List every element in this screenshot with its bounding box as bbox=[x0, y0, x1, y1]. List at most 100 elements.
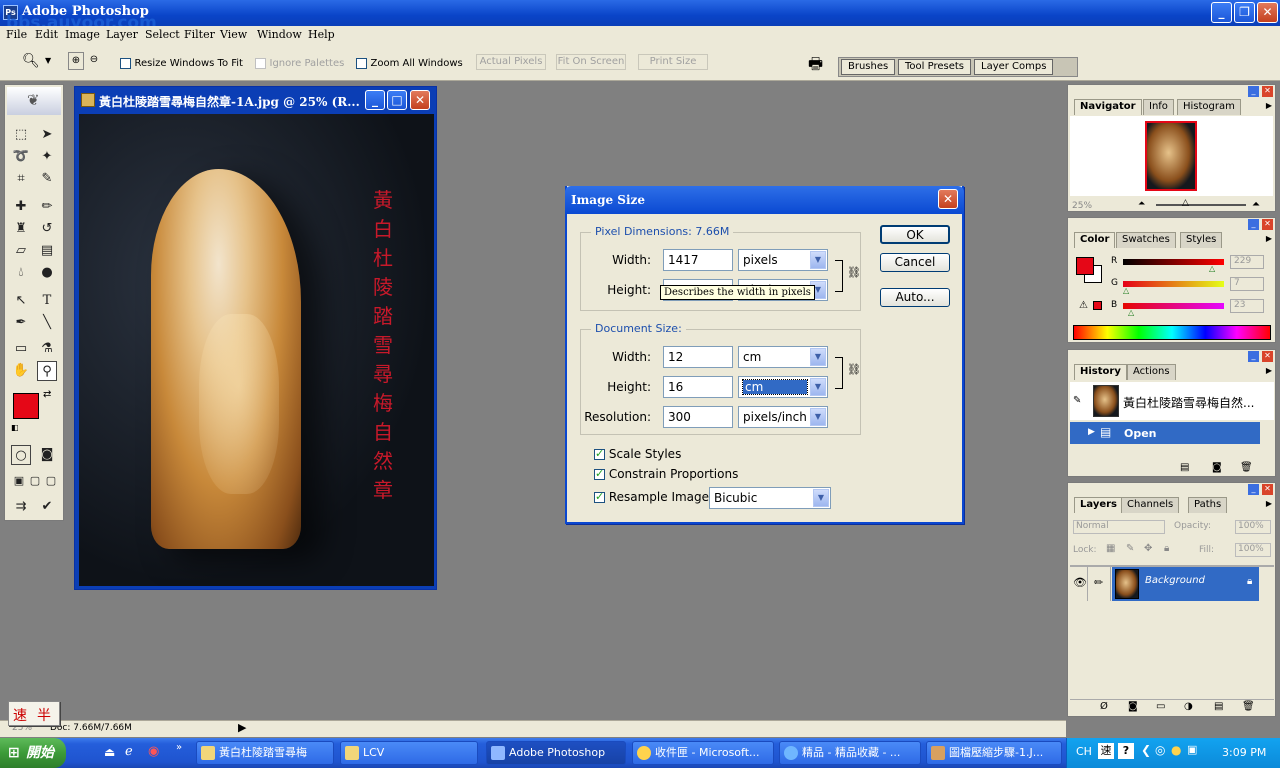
ime-mode-icon[interactable]: 速 bbox=[1098, 743, 1114, 759]
lock-all-icon[interactable]: 🔒︎ bbox=[1164, 543, 1169, 554]
tray-messenger-icon[interactable]: ● bbox=[1171, 743, 1181, 757]
gamut-color-swatch[interactable] bbox=[1093, 301, 1102, 310]
standard-mode-icon[interactable]: ○ bbox=[11, 445, 31, 465]
g-slider[interactable] bbox=[1123, 281, 1224, 287]
gradient-tool-icon[interactable]: ▤ bbox=[37, 241, 57, 261]
hand-tool-icon[interactable]: ✋ bbox=[11, 361, 31, 381]
panel-close-icon[interactable]: ✕ bbox=[1262, 484, 1273, 495]
document-canvas[interactable]: 黃白杜陵踏雪尋梅自然章 bbox=[79, 114, 434, 586]
move-tool-icon[interactable]: ➤ bbox=[37, 125, 57, 145]
resample-image-checkbox[interactable]: Resample Image: bbox=[594, 490, 713, 504]
auto-button[interactable]: Auto... bbox=[880, 288, 950, 307]
dialog-close-button[interactable]: ✕ bbox=[938, 189, 958, 209]
language-indicator[interactable]: CH bbox=[1076, 745, 1092, 758]
opacity-input[interactable]: 100% bbox=[1235, 520, 1271, 534]
eraser-tool-icon[interactable]: ▱ bbox=[11, 241, 31, 261]
ime-speed-toggle[interactable]: 速 bbox=[13, 705, 27, 725]
taskbar-item-folder[interactable]: 黃白杜陵踏雪尋梅 bbox=[196, 741, 334, 765]
layer-name[interactable]: Background bbox=[1145, 575, 1205, 586]
tab-color[interactable]: Color bbox=[1074, 232, 1116, 248]
clone-stamp-icon[interactable]: ♜ bbox=[11, 219, 31, 239]
b-slider[interactable] bbox=[1123, 303, 1224, 309]
tab-brushes[interactable]: Brushes bbox=[841, 59, 896, 75]
trash-icon[interactable]: 🗑︎ bbox=[1240, 462, 1253, 473]
brush-tool-icon[interactable]: ✏ bbox=[37, 197, 57, 217]
default-colors-icon[interactable]: ◧ bbox=[11, 423, 19, 432]
delete-layer-icon[interactable]: 🗑︎ bbox=[1242, 701, 1255, 712]
menu-layer[interactable]: Layer bbox=[106, 28, 138, 41]
taskbar-item-photoshop[interactable]: Adobe Photoshop bbox=[486, 741, 626, 765]
color-fg-swatch[interactable] bbox=[1076, 257, 1094, 275]
menu-window[interactable]: Window bbox=[257, 28, 302, 41]
zoom-slider[interactable] bbox=[1156, 204, 1246, 206]
file-browser-icon[interactable]: 🖶 bbox=[808, 53, 823, 80]
tab-actions[interactable]: Actions bbox=[1127, 364, 1176, 380]
crop-tool-icon[interactable]: ⌗ bbox=[11, 169, 31, 189]
taskbar-item-outlook[interactable]: 收件匣 - Microsoft... bbox=[632, 741, 774, 765]
doc-height-unit-select[interactable]: cm ▼ bbox=[738, 376, 828, 398]
r-value[interactable]: 229 bbox=[1230, 255, 1264, 269]
panel-minimize-icon[interactable]: _ bbox=[1248, 484, 1259, 495]
zoom-all-windows-checkbox[interactable]: Zoom All Windows bbox=[356, 56, 463, 69]
panel-minimize-icon[interactable]: _ bbox=[1248, 219, 1259, 230]
panel-minimize-icon[interactable]: _ bbox=[1248, 351, 1259, 362]
path-select-icon[interactable]: ↖ bbox=[11, 291, 31, 311]
panel-close-icon[interactable]: ✕ bbox=[1262, 351, 1273, 362]
menu-image[interactable]: Image bbox=[65, 28, 100, 41]
tray-app-icon[interactable]: ◎ bbox=[1155, 743, 1165, 757]
taskbar-item-lcv[interactable]: LCV bbox=[340, 741, 478, 765]
zoom-out-icon[interactable]: ⊖ bbox=[86, 52, 102, 70]
layer-mask-icon[interactable]: ◙ bbox=[1128, 701, 1138, 712]
panel-close-icon[interactable]: ✕ bbox=[1262, 219, 1273, 230]
resolution-unit-select[interactable]: pixels/inch ▼ bbox=[738, 406, 828, 428]
chevron-down-icon[interactable]: ▼ bbox=[45, 56, 51, 65]
slice-tool-icon[interactable]: ✎ bbox=[37, 169, 57, 189]
show-desktop-icon[interactable]: ⏏ bbox=[104, 745, 115, 759]
lock-pixels-icon[interactable]: ✎ bbox=[1126, 543, 1134, 554]
panel-menu-icon[interactable]: ▶ bbox=[1266, 234, 1272, 243]
r-slider-thumb[interactable]: △ bbox=[1209, 264, 1215, 273]
restore-button[interactable]: ❐ bbox=[1234, 2, 1255, 23]
minimize-button[interactable]: _ bbox=[1211, 2, 1232, 23]
taskbar-item-browser[interactable]: 精品 - 精品收藏 - ... bbox=[779, 741, 921, 765]
media-quicklaunch-icon[interactable]: ◉ bbox=[148, 744, 159, 759]
status-menu-arrow-icon[interactable]: ▶ bbox=[238, 721, 246, 734]
zoom-tool-icon[interactable]: ⚲ bbox=[37, 361, 57, 381]
eye-icon[interactable]: 👁︎ bbox=[1073, 576, 1087, 589]
lasso-tool-icon[interactable]: ➰ bbox=[11, 147, 31, 167]
feather-logo-icon[interactable]: ❦ bbox=[7, 87, 61, 115]
tab-history[interactable]: History bbox=[1074, 364, 1127, 380]
panel-menu-icon[interactable]: ▶ bbox=[1266, 101, 1272, 110]
magic-wand-icon[interactable]: ✦ bbox=[37, 147, 57, 167]
tab-styles[interactable]: Styles bbox=[1180, 232, 1223, 248]
jump-to-imageready-icon[interactable]: ⇉ bbox=[11, 497, 31, 517]
zoom-in-small-icon[interactable]: ⏶ bbox=[1252, 199, 1260, 210]
layer-style-icon[interactable]: Ø bbox=[1100, 701, 1108, 712]
g-value[interactable]: 7 bbox=[1230, 277, 1264, 291]
print-size-button[interactable]: Print Size bbox=[638, 54, 708, 70]
tray-back-arrow-icon[interactable]: ❮ bbox=[1141, 743, 1151, 757]
menu-edit[interactable]: Edit bbox=[35, 28, 58, 41]
tab-navigator[interactable]: Navigator bbox=[1074, 99, 1142, 115]
dodge-tool-icon[interactable]: ● bbox=[37, 263, 57, 283]
close-button[interactable]: ✕ bbox=[1257, 2, 1278, 23]
panel-menu-icon[interactable]: ▶ bbox=[1266, 499, 1272, 508]
ime-halfwidth-toggle[interactable]: 半 bbox=[37, 705, 51, 725]
tab-swatches[interactable]: Swatches bbox=[1116, 232, 1176, 248]
resize-windows-checkbox[interactable]: Resize Windows To Fit bbox=[120, 56, 243, 69]
quicklaunch-more-icon[interactable]: » bbox=[176, 742, 182, 753]
blend-mode-select[interactable]: Normal bbox=[1073, 520, 1165, 534]
pen-tool-icon[interactable]: ✒ bbox=[11, 313, 31, 333]
zoom-slider-thumb[interactable]: △ bbox=[1182, 198, 1189, 208]
fit-on-screen-button[interactable]: Fit On Screen bbox=[556, 54, 626, 70]
new-document-from-state-icon[interactable]: ▤ bbox=[1180, 462, 1189, 473]
eyedropper-icon[interactable]: ⚗ bbox=[37, 339, 57, 359]
screen-mode-full-icon[interactable]: ▢ bbox=[41, 471, 61, 491]
g-slider-thumb[interactable]: △ bbox=[1123, 286, 1129, 295]
history-step-row[interactable] bbox=[1070, 422, 1260, 444]
line-tool-icon[interactable]: ╲ bbox=[37, 313, 57, 333]
marquee-tool-icon[interactable]: ⬚ bbox=[11, 125, 31, 145]
tab-histogram[interactable]: Histogram bbox=[1177, 99, 1241, 115]
layer-visibility-cell[interactable]: 👁︎ bbox=[1070, 567, 1088, 601]
px-width-unit-select[interactable]: pixels ▼ bbox=[738, 249, 828, 271]
